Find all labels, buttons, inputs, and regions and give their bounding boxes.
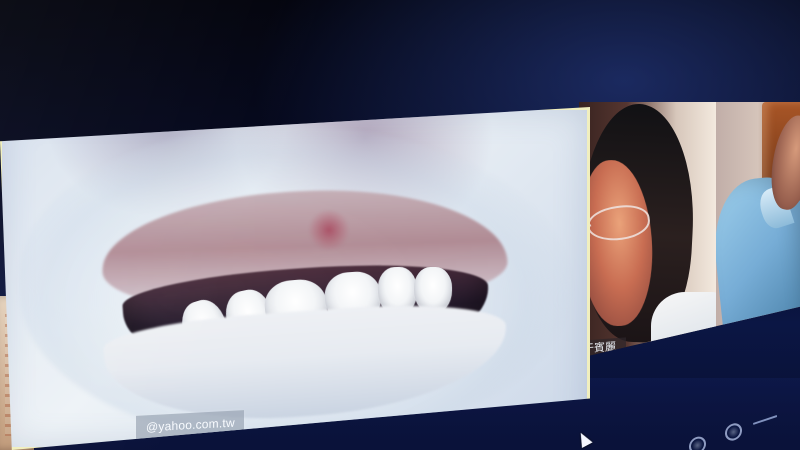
secondary-participant-video[interactable]: 于賓麗 [579, 102, 716, 358]
volume-icon[interactable] [753, 415, 779, 437]
side-video-panel: 于賓麗 [579, 102, 800, 358]
lip-spot [308, 209, 350, 251]
round-control-icon[interactable] [725, 421, 742, 442]
video-call-screen: 于賓麗 @yahoo.com.tw [0, 0, 800, 450]
participant-shirt [651, 292, 716, 358]
main-webcam-video[interactable]: @yahoo.com.tw [0, 107, 590, 450]
background-participant-video[interactable] [716, 102, 800, 358]
round-control-icon[interactable] [689, 435, 706, 450]
